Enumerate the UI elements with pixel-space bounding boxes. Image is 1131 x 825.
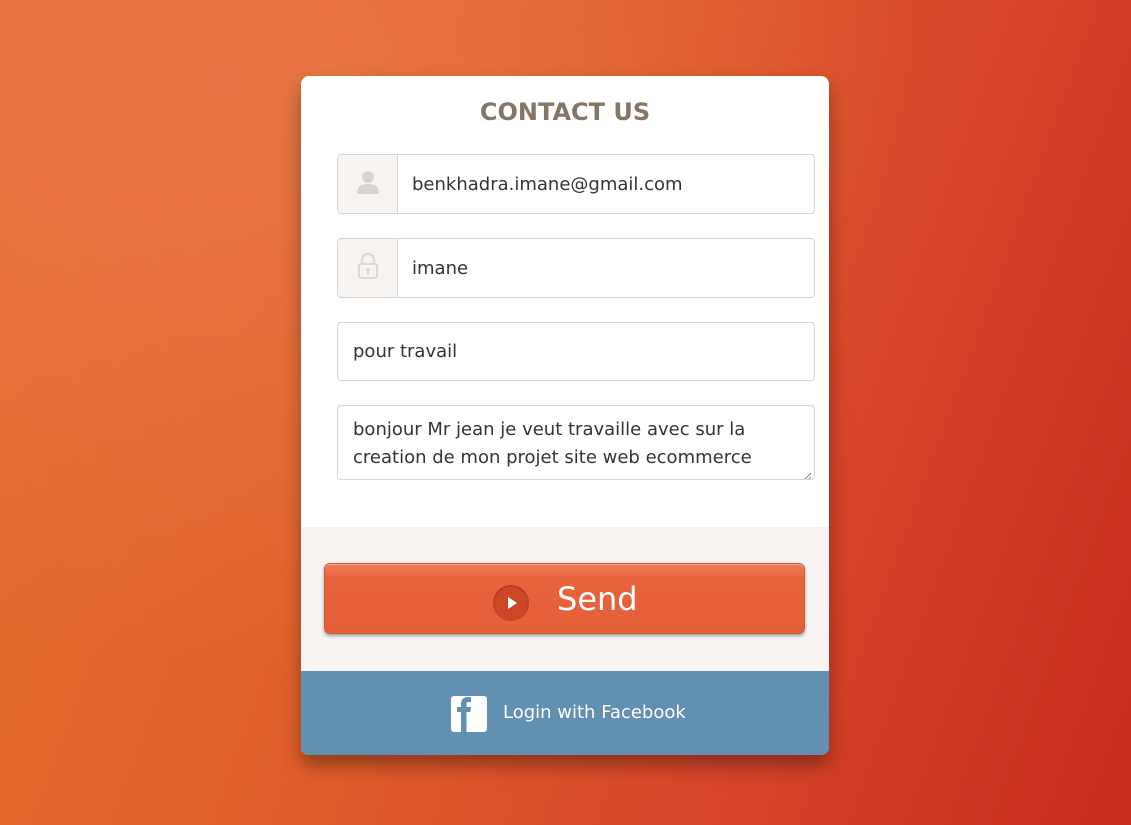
password-field[interactable] bbox=[337, 238, 815, 298]
email-input[interactable] bbox=[412, 155, 802, 213]
password-icon-box bbox=[338, 239, 398, 297]
email-field[interactable] bbox=[337, 154, 815, 214]
facebook-icon bbox=[451, 696, 487, 732]
password-text-input[interactable] bbox=[412, 239, 802, 297]
page-title: CONTACT US bbox=[479, 98, 651, 126]
user-icon bbox=[356, 169, 380, 199]
play-icon bbox=[493, 585, 529, 621]
email-icon-box bbox=[338, 155, 398, 213]
lock-icon bbox=[357, 252, 379, 284]
contact-card: CONTACT US benkhadra.imane@gmail.com ima… bbox=[301, 76, 829, 755]
subject-input[interactable] bbox=[353, 323, 803, 380]
facebook-login-button[interactable]: Login with Facebook bbox=[301, 671, 829, 755]
send-area: Send bbox=[301, 527, 829, 671]
message-textarea[interactable]: bonjour Mr jean je veut travaille avec s… bbox=[353, 416, 808, 474]
resize-grip-icon[interactable] bbox=[802, 467, 812, 479]
send-label: Send bbox=[557, 580, 638, 618]
send-button[interactable]: Send bbox=[324, 563, 805, 634]
message-field[interactable]: bonjour Mr jean je veut travaille avec s… bbox=[337, 405, 815, 480]
facebook-login-label: Login with Facebook bbox=[503, 702, 686, 723]
subject-field[interactable] bbox=[337, 322, 815, 381]
